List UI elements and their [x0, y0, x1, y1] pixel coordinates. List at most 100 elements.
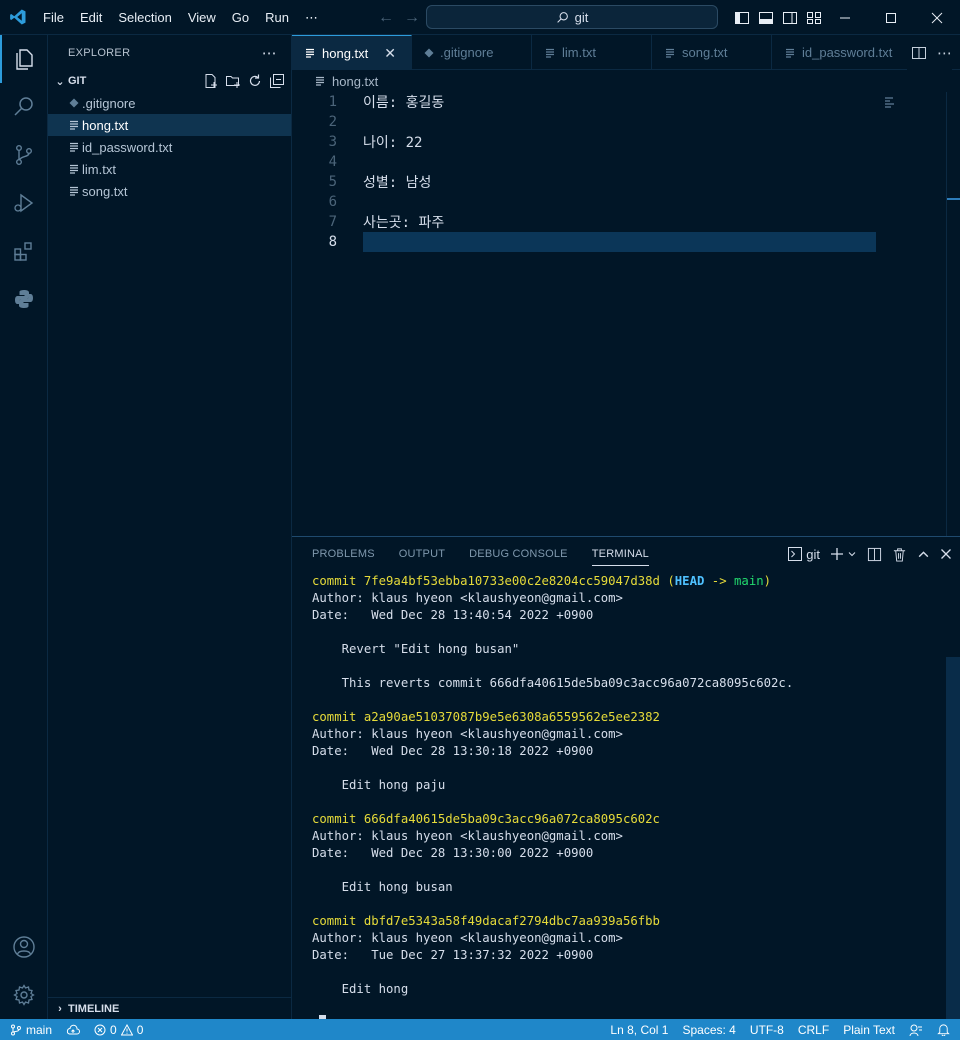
python-icon	[15, 290, 33, 308]
maximize-button[interactable]	[868, 0, 914, 35]
manage-activity[interactable]	[0, 971, 48, 1019]
date-line: Date: Wed Dec 28 13:30:00 2022 +0900	[312, 846, 594, 860]
file-item-hong[interactable]: hong.txt	[48, 114, 291, 136]
file-item-gitignore[interactable]: .gitignore	[48, 92, 291, 114]
file-item-lim[interactable]: lim.txt	[48, 158, 291, 180]
breadcrumb-file[interactable]: hong.txt	[332, 74, 378, 89]
tab-hong[interactable]: hong.txt ✕	[292, 35, 412, 70]
menu-more[interactable]: ⋯	[297, 0, 326, 35]
extensions-icon	[14, 242, 32, 261]
folder-section-header[interactable]: ⌄ GIT	[48, 70, 291, 92]
file-item-id-password[interactable]: id_password.txt	[48, 136, 291, 158]
timeline-section-header[interactable]: › TIMELINE	[48, 997, 292, 1019]
search-activity[interactable]	[0, 83, 48, 131]
panel-tabs: PROBLEMS OUTPUT DEBUG CONSOLE TERMINAL g…	[292, 537, 960, 571]
maximize-panel-icon[interactable]	[917, 548, 930, 561]
date-line: Date: Wed Dec 28 13:30:18 2022 +0900	[312, 744, 594, 758]
tab-debug-console[interactable]: DEBUG CONSOLE	[469, 537, 568, 571]
minimap-icon[interactable]	[884, 96, 896, 108]
new-file-icon[interactable]	[203, 73, 219, 89]
extensions-activity[interactable]	[0, 227, 48, 275]
tab-id-password[interactable]: id_password.txt	[772, 35, 902, 70]
date-line: Date: Wed Dec 28 13:40:54 2022 +0900	[312, 608, 594, 622]
terminal-output[interactable]: commit 7fe9a4bf53ebba10733e00c2e8204cc59…	[312, 573, 952, 1032]
trash-icon[interactable]	[892, 547, 907, 562]
collapse-all-icon[interactable]	[269, 73, 285, 89]
terminal-selector[interactable]: git	[788, 547, 820, 562]
source-control-activity[interactable]	[0, 131, 48, 179]
refresh-icon[interactable]	[247, 73, 263, 89]
commit-message: Edit hong busan	[312, 880, 453, 894]
accounts-activity[interactable]	[0, 923, 48, 971]
problems-status[interactable]: 0 0	[94, 1023, 143, 1037]
menu-view[interactable]: View	[180, 0, 224, 35]
run-debug-activity[interactable]	[0, 179, 48, 227]
python-activity[interactable]	[0, 275, 48, 323]
cursor-position[interactable]: Ln 8, Col 1	[610, 1023, 668, 1037]
toggle-secondary-sidebar-icon[interactable]	[782, 10, 798, 26]
close-panel-icon[interactable]	[940, 548, 952, 560]
menu-edit[interactable]: Edit	[72, 0, 110, 35]
file-item-song[interactable]: song.txt	[48, 180, 291, 202]
line-content: 사는곳: 파주	[363, 215, 445, 231]
split-editor-icon[interactable]	[911, 45, 927, 61]
editor-line: 5 성별: 남성	[292, 172, 960, 192]
menu-selection[interactable]: Selection	[110, 0, 179, 35]
more-actions-icon[interactable]: ⋯	[937, 44, 952, 62]
explorer-activity[interactable]	[0, 35, 48, 83]
tab-problems[interactable]: PROBLEMS	[312, 537, 375, 571]
indentation[interactable]: Spaces: 4	[682, 1023, 735, 1037]
end-of-line[interactable]: CRLF	[798, 1023, 829, 1037]
tab-gitignore[interactable]: .gitignore	[412, 35, 532, 70]
tab-song[interactable]: song.txt	[652, 35, 772, 70]
split-terminal-icon[interactable]	[867, 547, 882, 562]
new-terminal-button[interactable]	[830, 547, 857, 561]
menu-go[interactable]: Go	[224, 0, 257, 35]
maximize-icon	[886, 12, 896, 23]
minimize-button[interactable]	[822, 0, 868, 35]
tab-terminal[interactable]: TERMINAL	[591, 537, 650, 571]
explorer-more-button[interactable]: ⋯	[262, 44, 277, 62]
gear-icon	[13, 984, 35, 1006]
menu-run[interactable]: Run	[257, 0, 297, 35]
close-tab-icon[interactable]: ✕	[384, 45, 396, 62]
language-mode[interactable]: Plain Text	[843, 1023, 895, 1037]
code-editor[interactable]: 1 이름: 홍길동 2 3 나이: 22 4 5 성별: 남성 6 7 사는곳: 파주 …	[292, 92, 960, 536]
file-label: .gitignore	[82, 95, 136, 111]
editor-tabs: hong.txt ✕ .gitignore lim.txt song.txt i…	[292, 35, 960, 70]
forward-arrow-icon[interactable]: →	[404, 9, 420, 27]
new-folder-icon[interactable]	[225, 73, 241, 89]
branch-status[interactable]: main	[10, 1023, 52, 1037]
branch-icon	[11, 1024, 21, 1035]
toggle-panel-icon[interactable]	[758, 10, 774, 26]
encoding[interactable]: UTF-8	[750, 1023, 784, 1037]
head-arrow: ->	[704, 574, 735, 588]
line-number: 7	[328, 214, 337, 230]
close-window-button[interactable]	[914, 0, 960, 35]
editor-line: 2	[292, 112, 960, 132]
toggle-primary-sidebar-icon[interactable]	[734, 10, 750, 26]
commit-line: commit 666dfa40615de5ba09c3acc96a072ca80…	[312, 812, 660, 826]
tab-label: id_password.txt	[802, 45, 893, 60]
explorer-title: EXPLORER	[68, 46, 131, 59]
search-icon	[14, 97, 33, 116]
feedback-icon[interactable]	[909, 1023, 923, 1037]
back-arrow-icon[interactable]: ←	[378, 9, 394, 27]
notifications-bell-icon[interactable]	[937, 1023, 950, 1036]
editor-line: 1 이름: 홍길동	[292, 92, 960, 112]
tab-output[interactable]: OUTPUT	[399, 537, 445, 571]
terminal-scrollbar[interactable]	[946, 657, 960, 1019]
sync-status[interactable]	[66, 1024, 80, 1036]
customize-layout-icon[interactable]	[806, 10, 822, 26]
tab-label: lim.txt	[562, 45, 596, 60]
editor-current-line: 8	[292, 232, 960, 252]
editor-scrollbar[interactable]	[946, 92, 960, 536]
tab-lim[interactable]: lim.txt	[532, 35, 652, 70]
command-center[interactable]: git	[426, 5, 718, 29]
file-label: lim.txt	[82, 161, 116, 177]
menu-file[interactable]: File	[35, 0, 72, 35]
text-file-icon	[784, 47, 796, 59]
